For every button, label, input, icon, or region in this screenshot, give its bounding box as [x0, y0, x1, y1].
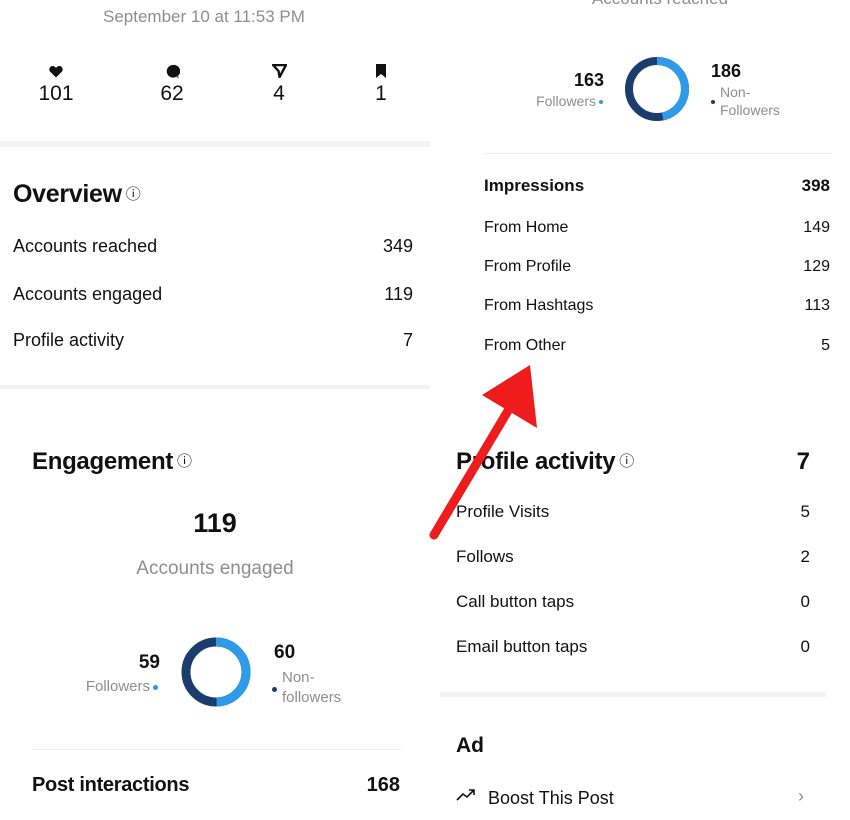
overview-title: Overview — [13, 180, 122, 208]
profile-activity-row-label: Email button taps — [456, 637, 588, 656]
post-date: September 10 at 11:53 PM — [103, 7, 305, 26]
reach-donut — [625, 57, 689, 121]
impression-source-value: 113 — [804, 297, 830, 314]
impression-source-label: From Other — [484, 337, 566, 354]
profile-activity-row-value: 0 — [800, 637, 810, 656]
impressions-value: 398 — [801, 176, 830, 195]
share-icon — [249, 62, 309, 80]
impression-source-label: From Hashtags — [484, 297, 594, 314]
divider — [484, 153, 832, 154]
overview-row-label: Profile activity — [13, 330, 125, 350]
comment-icon — [142, 62, 202, 80]
engagement-non-followers-value: 60 — [274, 642, 296, 663]
info-icon[interactable]: ⓘ — [126, 186, 141, 203]
section-separator — [440, 692, 826, 697]
profile-activity-row-label: Call button taps — [456, 592, 575, 611]
comments-count: 62 — [160, 82, 184, 105]
engagement-followers-value: 59 — [138, 652, 160, 673]
profile-activity-row-value: 0 — [800, 592, 810, 611]
chevron-right-icon: › — [798, 786, 804, 806]
overview-row-value: 349 — [382, 236, 413, 256]
followers-legend-dot — [153, 685, 158, 690]
comments-stat: 62 — [142, 62, 202, 106]
engagement-total: 119 — [193, 508, 237, 538]
profile-activity-total: 7 — [796, 448, 810, 475]
label-line: Non- — [720, 84, 751, 100]
ad-title: Ad — [456, 734, 484, 757]
likes-stat: 101 — [26, 62, 86, 106]
annotation-arrow — [429, 365, 537, 540]
engagement-non-followers-label: Non- followers — [282, 668, 341, 708]
saves-count: 1 — [375, 82, 387, 105]
post-interactions-value: 168 — [366, 774, 400, 796]
engagement-donut — [181, 637, 251, 707]
info-icon[interactable]: ⓘ — [619, 453, 634, 470]
impression-source-value: 5 — [821, 337, 830, 354]
profile-activity-row-value: 2 — [800, 547, 810, 566]
label-line: Followers — [720, 102, 780, 118]
overview-row-label: Accounts engaged — [13, 284, 163, 304]
non-followers-legend-dot — [272, 687, 277, 692]
non-followers-legend-dot — [711, 100, 715, 104]
followers-legend-dot — [599, 100, 603, 104]
boost-post-button[interactable]: Boost This Post › — [456, 786, 816, 816]
impression-source-label: From Home — [484, 219, 569, 236]
label-line: followers — [282, 689, 342, 706]
overview-header: Overview ⓘ — [13, 180, 141, 209]
divider — [32, 749, 402, 750]
overview-row-value: 7 — [402, 330, 413, 350]
impression-source-value: 149 — [803, 219, 830, 236]
section-separator — [0, 385, 430, 389]
bookmark-icon — [351, 62, 411, 80]
impression-source-label: From Profile — [484, 258, 572, 275]
label-line: Non- — [282, 669, 315, 686]
trending-up-icon — [456, 788, 476, 807]
profile-activity-row-value: 5 — [800, 502, 810, 521]
profile-activity-row-label: Follows — [456, 547, 514, 566]
boost-post-label: Boost This Post — [488, 788, 614, 808]
engagement-title: Engagement — [32, 448, 174, 475]
saves-stat: 1 — [351, 62, 411, 106]
post-interactions-label: Post interactions — [32, 774, 190, 796]
reach-non-followers-label: Non- Followers — [720, 83, 780, 119]
reach-non-followers-value: 186 — [711, 61, 742, 81]
section-separator — [0, 141, 430, 147]
engagement-header: Engagement ⓘ — [32, 448, 192, 476]
shares-stat: 4 — [249, 62, 309, 106]
likes-count: 101 — [38, 82, 74, 105]
heart-icon — [26, 62, 86, 80]
arrow-head — [482, 365, 537, 428]
reach-followers-label: Followers — [536, 93, 596, 109]
impressions-label: Impressions — [484, 176, 585, 195]
impression-source-value: 129 — [803, 258, 830, 275]
overview-row-value: 119 — [384, 284, 413, 304]
engagement-followers-label: Followers — [85, 678, 150, 695]
reach-followers-value: 163 — [573, 70, 604, 90]
engagement-subtitle: Accounts engaged — [136, 558, 294, 579]
info-icon[interactable]: ⓘ — [177, 453, 192, 470]
overview-row-label: Accounts reached — [13, 236, 158, 256]
reach-subtitle: Accounts reached — [540, 0, 780, 9]
shares-count: 4 — [273, 82, 285, 105]
arrow-shaft — [429, 399, 517, 540]
